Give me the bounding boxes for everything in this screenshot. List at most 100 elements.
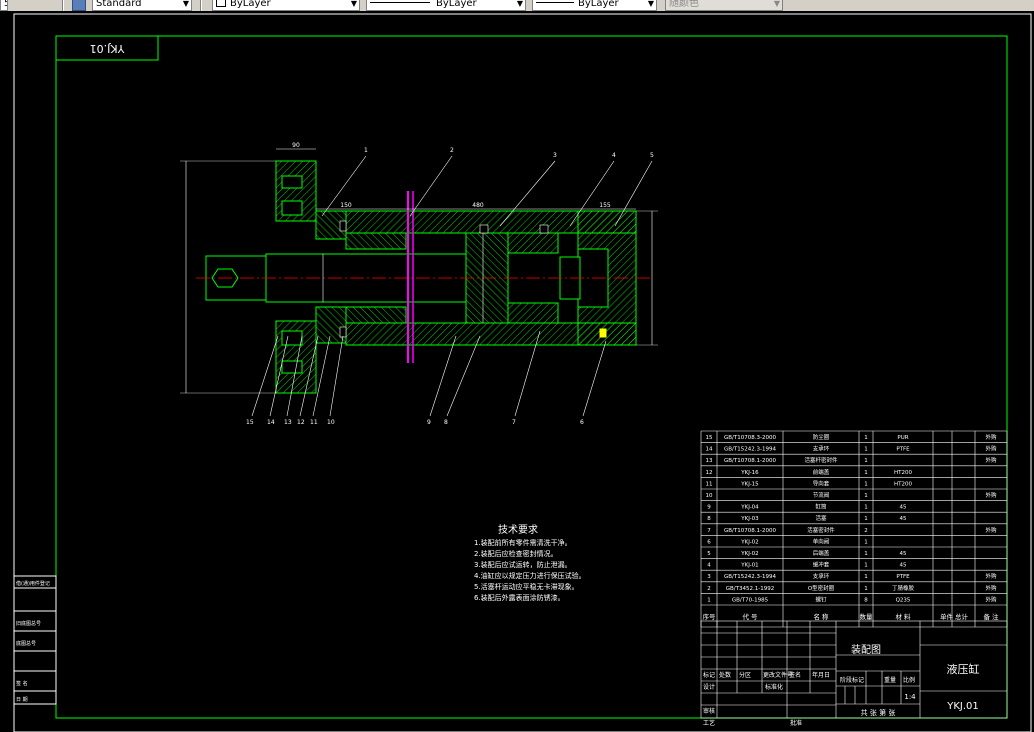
bom-cell-material: 45: [900, 516, 907, 522]
bom-cell-qty: 1: [864, 470, 868, 476]
linetype-dropdown[interactable]: ByLayer ▼: [366, 0, 526, 11]
callout-4: 4: [612, 152, 616, 159]
bom-cell-name: 节流阀: [813, 491, 830, 499]
left-value-text: 5: [4, 0, 7, 9]
bom-cell-name: 螺钉: [815, 595, 827, 603]
bom-header-code: 代 号: [742, 612, 758, 621]
bom-cell-code: GB/T10708.1-2000: [724, 458, 776, 464]
bom-cell-material: 45: [900, 563, 907, 569]
drawing-canvas[interactable]: YKJ.01 借(通)用件登记 旧底图总号 底图总号 签 名 日 期 90 15…: [0, 11, 1034, 732]
bom-cell-material: 45: [900, 551, 907, 557]
tb-label-date: 年月日: [812, 671, 830, 679]
dim-155: 155: [599, 202, 611, 209]
bom-cell-qty: 1: [864, 551, 868, 557]
bom-cell-note: 外购: [985, 526, 997, 534]
callout-12: 12: [297, 419, 305, 426]
stamp-text: YKJ.01: [90, 42, 126, 55]
bom-cell-code: GB/T3452.1-1992: [726, 586, 774, 592]
tb-label-design: 设计: [703, 683, 715, 691]
product-name: 液压缸: [947, 662, 980, 676]
tb-label-stage: 阶段标记: [840, 676, 864, 684]
text-style-dropdown[interactable]: Standard ▼: [92, 0, 192, 11]
bom-cell-name: 单向阀: [813, 537, 830, 545]
bom-cell-name: 支承环: [813, 572, 830, 580]
bom-header-unit: 单件 总计: [940, 612, 969, 621]
bom-cell-qty: 2: [864, 528, 868, 534]
tb-label-process: 工艺: [703, 719, 715, 727]
sidebar-label-2: 底图总号: [16, 640, 36, 647]
chevron-down-icon: ▼: [182, 0, 189, 8]
text-style-icon[interactable]: [72, 0, 86, 11]
requirement-line: 6.装配后外露表面涂防锈漆。: [474, 593, 565, 602]
callout-2: 2: [450, 147, 454, 154]
bom-cell-qty: 1: [864, 574, 868, 580]
bom-cell-no: 8: [707, 516, 711, 522]
chevron-down-icon: ▼: [773, 0, 780, 8]
layer-dropdown[interactable]: ByLayer ▼: [212, 0, 360, 11]
bom-table: 15 GB/T10708.3-2000 防尘圈 1 PUR 外购14 GB/T15242.3…: [700, 430, 1008, 628]
tb-label-sign: 签名: [789, 671, 801, 679]
bom-cell-code: GB/T10708.3-2000: [724, 435, 776, 441]
bom-cell-qty: 1: [864, 481, 868, 487]
sheet-count: 共 张 第 张: [861, 708, 896, 717]
bom-cell-no: 4: [707, 563, 711, 569]
plot-style-value: 随颜色: [669, 0, 699, 9]
bom-cell-no: 2: [707, 586, 711, 592]
bom-cell-qty: 1: [864, 586, 868, 592]
chevron-down-icon: ▼: [647, 0, 654, 8]
bom-cell-qty: 1: [864, 516, 868, 522]
bom-cell-material: 丁腈橡胶: [892, 584, 915, 592]
requirements-title: 技术要求: [498, 523, 538, 536]
bom-cell-note: 外购: [985, 491, 997, 499]
requirement-line: 3.装配后应试运转，防止泄漏。: [474, 560, 572, 569]
bom-cell-code: YKJ-03: [740, 516, 759, 522]
bom-cell-code: YKJ-02: [740, 539, 758, 545]
left-sidebar-table: 借(通)用件登记 旧底图总号 底图总号 签 名 日 期: [13, 575, 57, 705]
callout-3: 3: [553, 152, 557, 159]
plot-style-dropdown[interactable]: 随颜色 ▼: [665, 0, 783, 11]
title-block-text: 装配图 液压缸 YKJ.01 1:4 共 张 第 张 标记 处数 分区 更改文件…: [703, 643, 980, 727]
callout-11: 11: [310, 419, 318, 426]
cylinder-assembly: 90 150 480 155: [180, 142, 658, 394]
bom-cell-name: 导向套: [813, 479, 830, 487]
tb-label-count: 处数: [719, 671, 731, 679]
bom-cell-no: 15: [706, 435, 713, 441]
bom-cell-name: 后端盖: [813, 549, 830, 557]
bom-cell-name: 缓冲套: [813, 561, 830, 569]
bom-cell-name: O型密封圈: [808, 584, 835, 592]
bom-cell-material: HT200: [894, 481, 912, 487]
bom-cell-qty: 1: [864, 563, 868, 569]
linetype-sample-icon: [370, 2, 430, 3]
bom-cell-name: 防尘圈: [813, 433, 830, 441]
callout-6: 6: [580, 419, 584, 426]
bom-cell-code: YKJ-16: [740, 470, 759, 476]
toolbar-separator: [200, 0, 202, 11]
requirement-line: 1.装配前所有零件需清洗干净。: [474, 538, 572, 547]
callout-7: 7: [512, 419, 516, 426]
bom-header-no: 序号: [703, 612, 717, 621]
bom-header-material: 材 料: [895, 612, 911, 621]
bom-cell-material: PTFE: [896, 447, 910, 453]
tb-label-mark: 标记: [703, 671, 715, 679]
chevron-down-icon: ▼: [350, 0, 357, 8]
bom-cell-no: 10: [706, 493, 713, 499]
lineweight-sample-icon: [536, 2, 574, 3]
callout-15: 15: [246, 419, 254, 426]
bom-cell-qty: 1: [864, 447, 868, 453]
properties-toolbar: 5 Standard ▼ ByLayer ▼ ByLayer ▼ ByLayer ▼ 随…: [0, 0, 1034, 11]
bom-cell-code: YKJ-01: [740, 563, 758, 569]
bom-cell-note: 外购: [985, 445, 997, 453]
bom-cell-name: 前端盖: [813, 468, 830, 476]
dim-480: 480: [472, 202, 484, 209]
bom-cell-no: 12: [706, 470, 713, 476]
drawing-svg: YKJ.01 借(通)用件登记 旧底图总号 底图总号 签 名 日 期 90 15…: [13, 13, 1032, 732]
dim-150: 150: [340, 202, 352, 209]
chevron-down-icon: ▼: [516, 0, 523, 8]
callout-14: 14: [267, 419, 275, 426]
requirement-line: 2.装配后应检查密封情况。: [474, 549, 558, 558]
lineweight-value: ByLayer: [578, 0, 619, 9]
left-value-field[interactable]: 5: [0, 0, 8, 11]
bom-cell-qty: 8: [864, 597, 868, 603]
lineweight-dropdown[interactable]: ByLayer ▼: [532, 0, 657, 11]
bom-cell-name: 活塞: [815, 514, 827, 522]
